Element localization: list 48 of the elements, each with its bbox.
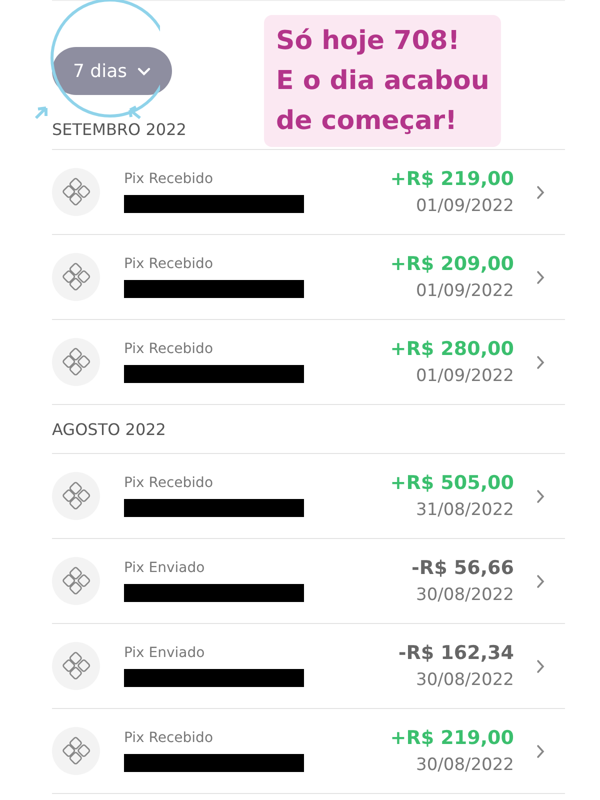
pix-icon bbox=[52, 642, 100, 690]
transaction-date: 01/09/2022 bbox=[416, 281, 514, 301]
transaction-type: Pix Enviado bbox=[124, 560, 206, 576]
note-text: Só hoje 708! bbox=[276, 25, 461, 58]
transaction-type: Pix Recebido bbox=[124, 341, 214, 357]
chevron-right-icon bbox=[536, 744, 545, 758]
note-text: de começar! bbox=[276, 105, 458, 138]
transaction-date: 30/08/2022 bbox=[416, 670, 514, 690]
transaction-amount: +R$ 505,00 bbox=[390, 472, 514, 494]
chevron-right-icon bbox=[536, 488, 545, 504]
chevron-right-icon bbox=[536, 658, 545, 674]
transaction-row[interactable]: Pix Enviado -R$ 56,66 30/08/2022 bbox=[52, 539, 565, 624]
transaction-date: 01/09/2022 bbox=[416, 366, 514, 386]
transaction-date: 31/08/2022 bbox=[416, 500, 514, 520]
transaction-amount: -R$ 162,34 bbox=[398, 642, 514, 664]
month-heading: AGOSTO 2022 bbox=[52, 405, 565, 454]
pix-icon bbox=[52, 557, 100, 605]
chevron-right-icon bbox=[536, 574, 545, 588]
transaction-date: 30/08/2022 bbox=[416, 585, 514, 605]
transaction-type: Pix Recebido bbox=[124, 730, 214, 746]
transaction-amount: +R$ 209,00 bbox=[390, 253, 514, 275]
transaction-amount: +R$ 219,00 bbox=[390, 727, 514, 749]
transaction-row[interactable]: Pix Recebido +R$ 219,00 01/09/2022 bbox=[52, 150, 565, 235]
transaction-amount: +R$ 280,00 bbox=[390, 338, 514, 360]
transaction-row[interactable]: Pix Recebido +R$ 219,00 30/08/2022 bbox=[52, 709, 565, 794]
pix-icon bbox=[52, 338, 100, 386]
transaction-type: Pix Recebido bbox=[124, 256, 214, 272]
chevron-right-icon bbox=[536, 354, 545, 370]
transaction-amount: -R$ 56,66 bbox=[412, 557, 514, 579]
transaction-type: Pix Recebido bbox=[124, 171, 214, 187]
transaction-type: Pix Enviado bbox=[124, 645, 206, 661]
transaction-row[interactable]: Pix Recebido +R$ 209,00 01/09/2022 bbox=[52, 235, 565, 320]
transaction-date: 30/08/2022 bbox=[416, 755, 514, 775]
transaction-date: 01/09/2022 bbox=[416, 196, 514, 216]
pix-icon bbox=[52, 472, 100, 520]
note-text: E o dia acabou bbox=[276, 65, 490, 98]
period-filter-button[interactable]: 7 dias bbox=[52, 47, 172, 95]
pix-icon bbox=[52, 727, 100, 775]
chevron-right-icon bbox=[536, 184, 545, 200]
pix-icon bbox=[52, 253, 100, 301]
pix-icon bbox=[52, 168, 100, 216]
chevron-right-icon bbox=[536, 270, 545, 284]
transaction-row[interactable]: Pix Recebido +R$ 505,00 31/08/2022 bbox=[52, 454, 565, 539]
transaction-amount: +R$ 219,00 bbox=[390, 168, 514, 190]
transaction-row[interactable]: Pix Enviado -R$ 162,34 30/08/2022 bbox=[52, 624, 565, 709]
chevron-down-icon bbox=[137, 66, 151, 76]
transaction-type: Pix Recebido bbox=[124, 475, 214, 491]
transaction-row[interactable]: Pix Recebido +R$ 280,00 01/09/2022 bbox=[52, 320, 565, 405]
